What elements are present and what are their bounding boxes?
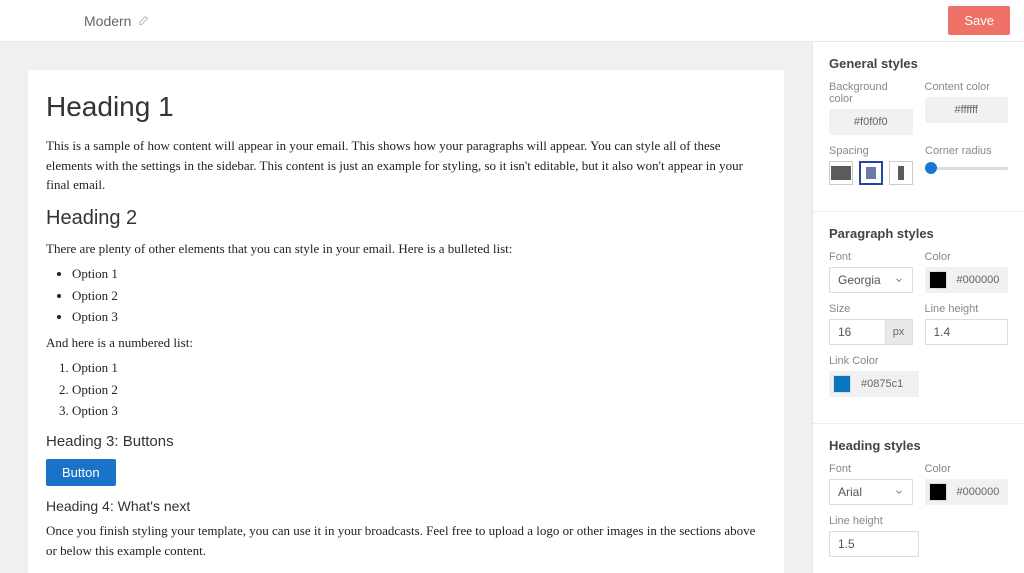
background-color-value: #f0f0f0 [829,116,913,128]
paragraph-font-select[interactable]: Georgia [829,267,913,293]
preview-numbered-list: Option 1 Option 2 Option 3 [72,358,766,421]
spacing-option-wide[interactable] [889,161,913,185]
list-item: Option 3 [72,307,766,327]
save-button[interactable]: Save [948,6,1010,35]
heading-font-select[interactable]: Arial [829,479,913,505]
preview-paragraph-1: This is a sample of how content will app… [46,136,766,195]
heading-lineheight-label: Line height [829,515,919,527]
paragraph-lineheight-label: Line height [925,303,1009,315]
spacing-option-none[interactable] [829,161,853,185]
link-color-label: Link Color [829,355,919,367]
heading-color-value: #000000 [951,486,1009,498]
paragraph-font-label: Font [829,251,913,263]
preview-heading-4: Heading 4: What's next [46,496,766,517]
heading-font-label: Font [829,463,913,475]
background-color-label: Background color [829,81,913,105]
edit-icon[interactable] [137,15,149,27]
topbar: Modern Save [0,0,1024,42]
spacing-options [829,161,913,185]
preview-paragraph-3: And here is a numbered list: [46,333,766,353]
list-item: Option 2 [72,286,766,306]
paragraph-color-value: #000000 [951,274,1009,286]
paragraph-lineheight-value: 1.4 [934,325,951,339]
preview-heading-1: Heading 1 [46,86,766,128]
content-color-value: #ffffff [925,104,1009,116]
corner-radius-slider[interactable] [925,161,1008,170]
paragraph-color-label: Color [925,251,1009,263]
link-color-value: #0875c1 [855,378,919,390]
main: Heading 1 This is a sample of how conten… [0,42,1024,573]
section-paragraph-styles: Paragraph styles Font Georgia Color [813,212,1024,424]
template-title-wrap: Modern [84,13,149,29]
spacing-option-normal[interactable] [859,161,883,185]
preview-column: Heading 1 This is a sample of how conten… [0,42,812,573]
spacing-label: Spacing [829,145,913,157]
preview-background: Heading 1 This is a sample of how conten… [14,56,798,573]
preview-paragraph-2: There are plenty of other elements that … [46,239,766,259]
paragraph-size-input[interactable]: 16 px [829,319,913,345]
example-button: Button [46,459,116,486]
link-color-input[interactable]: #0875c1 [829,371,919,397]
template-title: Modern [84,13,131,29]
section-heading-styles: Heading styles Font Arial Color #00 [813,424,1024,573]
corner-radius-label: Corner radius [925,145,1008,157]
preview-paragraph-4: Once you finish styling your template, y… [46,521,766,560]
preview-bulleted-list: Option 1 Option 2 Option 3 [72,264,766,327]
paragraph-size-label: Size [829,303,913,315]
color-swatch [833,375,851,393]
content-color-label: Content color [925,81,1009,93]
paragraph-font-value: Georgia [838,273,881,287]
preview-heading-3: Heading 3: Buttons [46,431,766,454]
heading-lineheight-input[interactable]: 1.5 [829,531,919,557]
paragraph-size-unit: px [885,319,913,345]
chevron-down-icon [894,487,904,497]
section-general-styles: General styles Background color #f0f0f0 … [813,42,1024,212]
preview-heading-2: Heading 2 [46,203,766,233]
heading-font-value: Arial [838,485,862,499]
section-title: General styles [829,56,1008,71]
preview-content: Heading 1 This is a sample of how conten… [28,70,784,573]
color-swatch [929,271,947,289]
heading-color-input[interactable]: #000000 [925,479,1009,505]
list-item: Option 1 [72,264,766,284]
heading-color-label: Color [925,463,1009,475]
background-color-input[interactable]: #f0f0f0 [829,109,913,135]
paragraph-lineheight-input[interactable]: 1.4 [925,319,1009,345]
content-color-input[interactable]: #ffffff [925,97,1009,123]
list-item: Option 2 [72,380,766,400]
section-title: Paragraph styles [829,226,1008,241]
heading-lineheight-value: 1.5 [838,537,855,551]
list-item: Option 1 [72,358,766,378]
section-title: Heading styles [829,438,1008,453]
paragraph-size-value: 16 [829,319,885,345]
sidebar: General styles Background color #f0f0f0 … [812,42,1024,573]
color-swatch [929,483,947,501]
list-item: Option 3 [72,401,766,421]
paragraph-color-input[interactable]: #000000 [925,267,1009,293]
chevron-down-icon [894,275,904,285]
